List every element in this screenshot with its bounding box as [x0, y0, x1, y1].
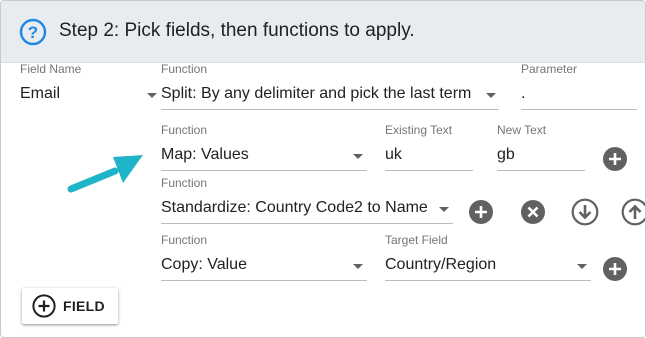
function-label: Function	[161, 176, 208, 190]
add-circle-icon	[32, 294, 56, 318]
function-select-copy[interactable]: Copy: Value	[161, 252, 367, 281]
function-value: Split: By any delimiter and pick the las…	[161, 85, 472, 102]
function-select-split[interactable]: Split: By any delimiter and pick the las…	[161, 81, 499, 110]
function-label: Function	[161, 62, 208, 76]
chevron-down-icon	[353, 264, 363, 269]
close-circle-icon[interactable]	[520, 199, 546, 225]
existing-text-value: uk	[385, 146, 402, 163]
parameter-input[interactable]: .	[521, 81, 637, 110]
field-name-label: Field Name	[20, 62, 82, 76]
add-field-button[interactable]: FIELD	[22, 288, 118, 324]
function-value: Copy: Value	[161, 256, 247, 273]
field-name-value: Email	[20, 85, 61, 102]
new-text-input[interactable]: gb	[497, 142, 585, 171]
callout-arrow-icon	[67, 155, 143, 193]
function-label: Function	[161, 123, 208, 137]
new-text-value: gb	[497, 146, 515, 163]
chevron-down-icon	[486, 93, 496, 98]
add-circle-icon[interactable]	[468, 199, 494, 225]
svg-text:?: ?	[28, 23, 38, 42]
add-circle-icon[interactable]	[602, 256, 628, 282]
field-name-select[interactable]: Email	[20, 81, 158, 110]
arrow-down-circle-icon[interactable]	[571, 198, 599, 226]
help-circle-icon[interactable]: ?	[19, 18, 47, 46]
add-field-label: FIELD	[63, 298, 105, 314]
target-field-value: Country/Region	[385, 256, 497, 273]
existing-text-input[interactable]: uk	[385, 142, 473, 171]
chevron-down-icon	[147, 93, 157, 98]
parameter-label: Parameter	[521, 62, 578, 76]
function-value: Map: Values	[161, 146, 249, 163]
function-value: Standardize: Country Code2 to Name	[161, 199, 428, 216]
step-header: ? Step 2: Pick fields, then functions to…	[1, 1, 645, 63]
chevron-down-icon	[577, 264, 587, 269]
target-field-label: Target Field	[385, 233, 448, 247]
parameter-value: .	[521, 85, 526, 102]
target-field-select[interactable]: Country/Region	[385, 252, 591, 281]
dialog-frame: ? Step 2: Pick fields, then functions to…	[0, 0, 646, 338]
existing-text-label: Existing Text	[385, 123, 453, 137]
chevron-down-icon	[439, 207, 449, 212]
function-select-standardize[interactable]: Standardize: Country Code2 to Name	[161, 195, 453, 224]
new-text-label: New Text	[497, 123, 547, 137]
function-label: Function	[161, 233, 208, 247]
add-circle-icon[interactable]	[602, 146, 628, 172]
chevron-down-icon	[353, 154, 363, 159]
arrow-up-circle-icon[interactable]	[621, 198, 646, 226]
step-title: Step 2: Pick fields, then functions to a…	[59, 20, 415, 41]
function-select-map[interactable]: Map: Values	[161, 142, 367, 171]
